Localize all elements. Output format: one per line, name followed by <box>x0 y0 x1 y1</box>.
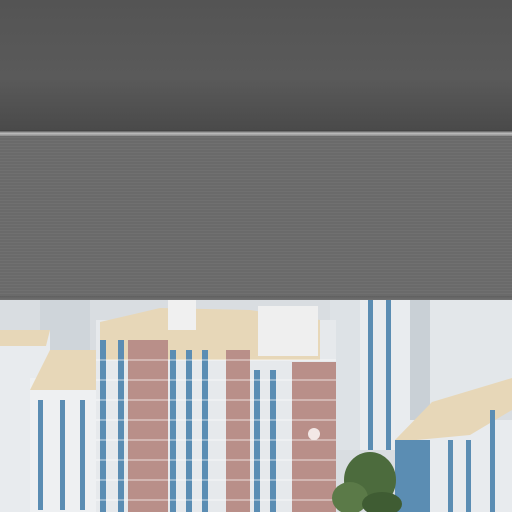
apartment-city-view <box>0 300 512 512</box>
central-tower-block <box>96 300 336 512</box>
building-logo <box>308 428 320 440</box>
blind-panel-lower <box>0 136 512 302</box>
tan-roof-tower <box>30 350 96 512</box>
photo-scene <box>0 0 512 512</box>
blind-panel-upper <box>0 0 512 130</box>
